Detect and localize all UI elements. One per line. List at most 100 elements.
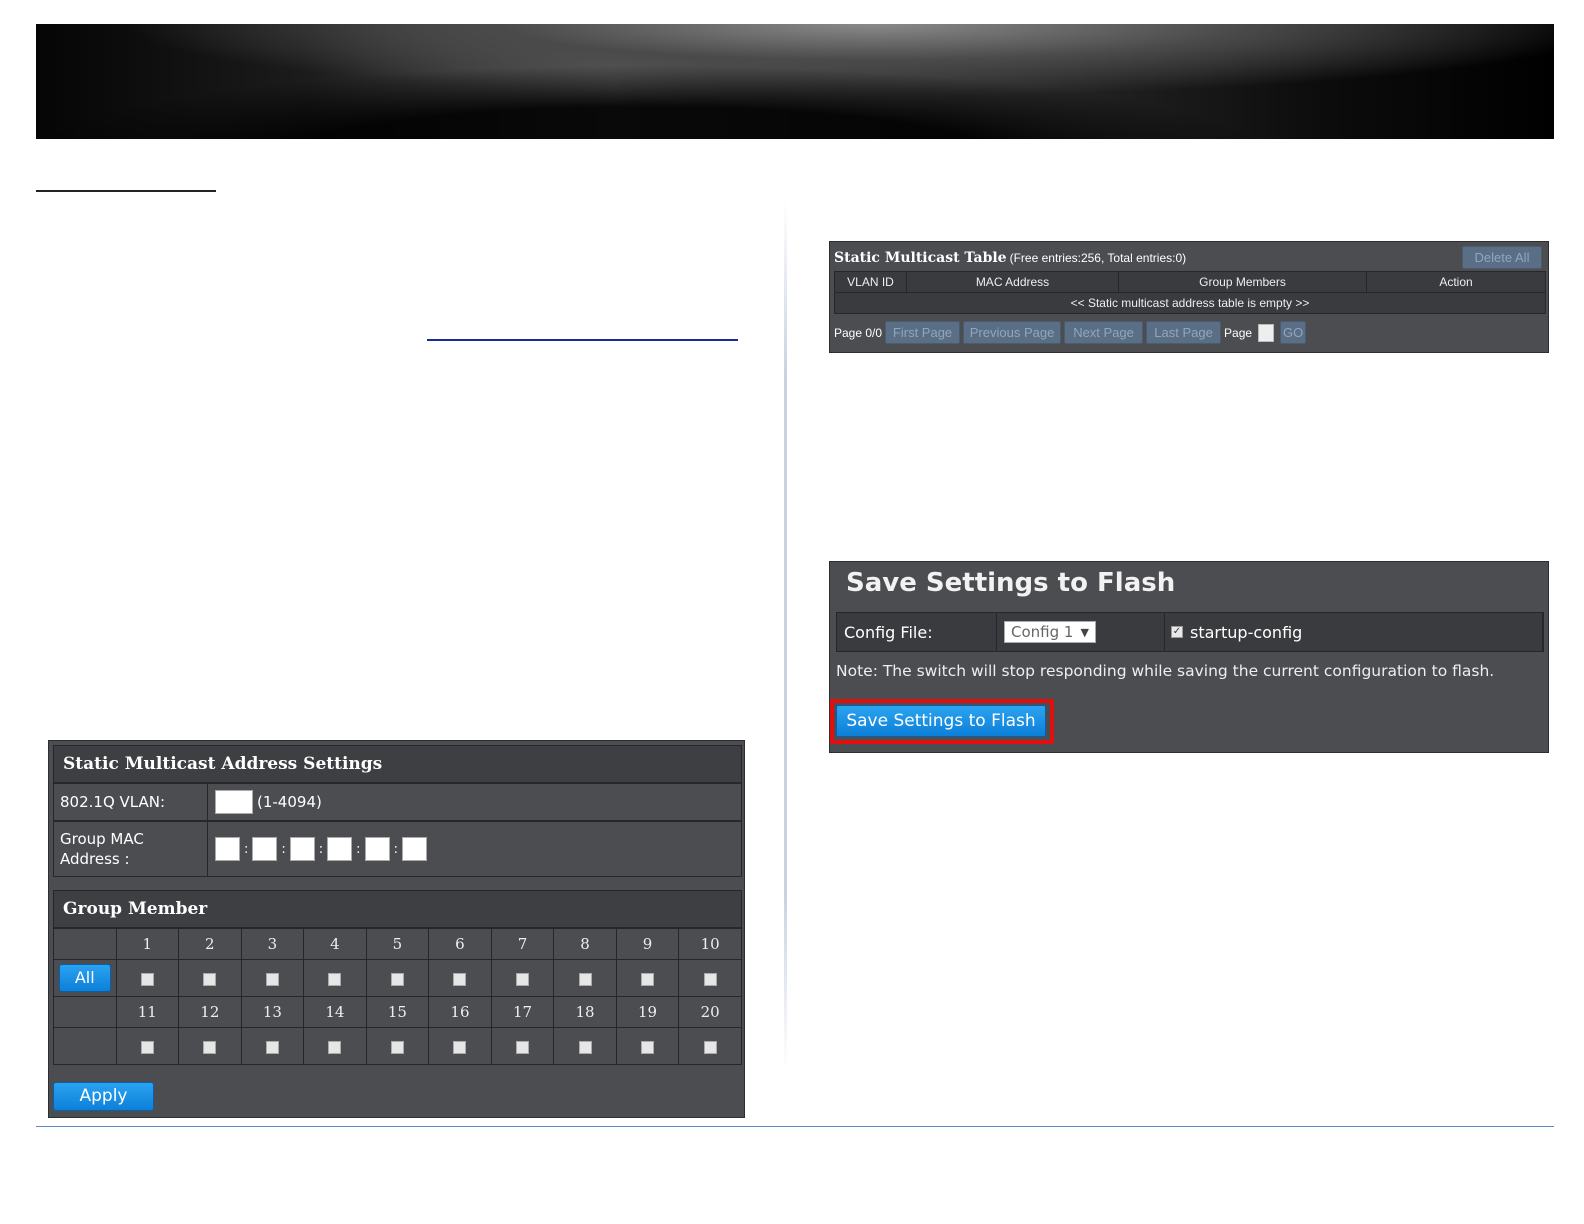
config-file-select[interactable]: Config 1 ▼ [1004, 621, 1096, 643]
port-number: 4 [303, 928, 367, 960]
port-number: 16 [428, 996, 492, 1028]
header-banner [36, 24, 1554, 139]
apply-button[interactable]: Apply [53, 1082, 154, 1111]
port-number: 14 [303, 996, 367, 1028]
port-2-checkbox[interactable] [203, 972, 217, 986]
port-7-checkbox[interactable] [515, 972, 529, 986]
static-multicast-address-settings-panel: Static Multicast Address Settings 802.1Q… [48, 740, 745, 1118]
go-button[interactable]: GO [1280, 321, 1307, 344]
port-number: 2 [178, 928, 242, 960]
previous-page-button[interactable]: Previous Page [963, 321, 1062, 344]
port-cell [115, 959, 180, 997]
port-4-checkbox[interactable] [328, 972, 342, 986]
port-20-checkbox[interactable] [703, 1040, 717, 1054]
port-11-checkbox[interactable] [140, 1040, 154, 1054]
table-title-row: Static Multicast Table (Free entries:256… [834, 246, 1544, 270]
port-number: 12 [178, 996, 242, 1028]
port-cell [178, 1027, 242, 1065]
startup-config-cell: ✓ startup-config [1165, 613, 1543, 651]
address-settings-title: Static Multicast Address Settings [53, 745, 742, 783]
port-cell [428, 959, 492, 997]
port-number-row: 1 2 3 4 5 6 7 8 9 10 [53, 928, 742, 960]
port-number: 9 [615, 928, 680, 960]
section-heading-underline [36, 190, 216, 192]
port-10-checkbox[interactable] [703, 972, 717, 986]
port-number: 13 [240, 996, 305, 1028]
mac-octet-4-input[interactable] [327, 837, 353, 861]
startup-config-label: startup-config [1190, 622, 1303, 642]
port-12-checkbox[interactable] [203, 1040, 217, 1054]
port-number: 15 [365, 996, 430, 1028]
static-multicast-table-panel: Static Multicast Table (Free entries:256… [829, 241, 1549, 353]
hyperlink-underline[interactable] [427, 339, 738, 341]
static-multicast-table: VLAN ID MAC Address Group Members Action… [834, 271, 1546, 314]
port-cell [240, 1027, 305, 1065]
empty-table-message: << Static multicast address table is emp… [834, 292, 1546, 314]
port-9-checkbox[interactable] [641, 972, 655, 986]
config-file-select-cell: Config 1 ▼ [997, 613, 1165, 651]
port-17-checkbox[interactable] [515, 1040, 529, 1054]
empty-cell [53, 1027, 117, 1065]
port-number-row: 11 12 13 14 15 16 17 18 19 20 [53, 996, 742, 1028]
port-13-checkbox[interactable] [265, 1040, 279, 1054]
mac-value-cell: : : : : : [208, 822, 741, 876]
mac-label: Group MAC Address : [54, 822, 208, 876]
vlan-range: (1-4094) [257, 793, 322, 811]
port-number: 11 [115, 996, 180, 1028]
vlan-row: 802.1Q VLAN: (1-4094) [53, 783, 742, 821]
mac-octet-3-input[interactable] [289, 837, 315, 861]
port-cell [678, 959, 742, 997]
mac-octet-2-input[interactable] [252, 837, 278, 861]
port-6-checkbox[interactable] [453, 972, 467, 986]
port-cell [240, 959, 305, 997]
port-cell [553, 1027, 617, 1065]
first-page-button[interactable]: First Page [885, 321, 961, 344]
port-cell [365, 959, 430, 997]
port-18-checkbox[interactable] [578, 1040, 592, 1054]
next-page-button[interactable]: Next Page [1064, 321, 1144, 344]
port-19-checkbox[interactable] [641, 1040, 655, 1054]
port-number: 19 [615, 996, 680, 1028]
delete-all-button[interactable]: Delete All [1462, 246, 1542, 269]
port-14-checkbox[interactable] [328, 1040, 342, 1054]
mac-separator: : [281, 841, 286, 857]
startup-config-checkbox[interactable]: ✓ [1171, 626, 1183, 638]
save-settings-button[interactable]: Save Settings to Flash [836, 705, 1046, 737]
port-checkbox-row [53, 1027, 742, 1065]
port-number: 6 [428, 928, 492, 960]
port-number: 10 [678, 928, 742, 960]
port-16-checkbox[interactable] [453, 1040, 467, 1054]
table-title: Static Multicast Table [834, 250, 1007, 266]
port-15-checkbox[interactable] [390, 1040, 404, 1054]
port-cell [553, 959, 617, 997]
select-all-button[interactable]: All [58, 964, 111, 992]
vlan-input[interactable] [215, 790, 253, 814]
vlan-label: 802.1Q VLAN: [54, 784, 208, 820]
port-3-checkbox[interactable] [265, 972, 279, 986]
port-8-checkbox[interactable] [578, 972, 592, 986]
dropdown-arrow-icon: ▼ [1080, 625, 1089, 639]
empty-cell [53, 928, 117, 960]
page-info: Page 0/0 [834, 325, 883, 340]
mac-octet-6-input[interactable] [401, 837, 427, 861]
port-5-checkbox[interactable] [390, 972, 404, 986]
port-number: 20 [678, 996, 742, 1028]
save-settings-title: Save Settings to Flash [846, 568, 1176, 598]
port-1-checkbox[interactable] [140, 972, 154, 986]
mac-octet-5-input[interactable] [364, 837, 390, 861]
mac-separator: : [318, 841, 324, 857]
port-number: 17 [490, 996, 555, 1028]
mac-separator: : [393, 841, 398, 857]
save-settings-panel: Save Settings to Flash Config File: Conf… [829, 561, 1549, 753]
column-divider [784, 200, 787, 1070]
mac-row: Group MAC Address : : : : : : [53, 821, 742, 877]
port-cell [303, 1027, 367, 1065]
last-page-button[interactable]: Last Page [1146, 321, 1222, 344]
port-cell [178, 959, 242, 997]
port-number: 7 [490, 928, 555, 960]
page-number-input[interactable] [1258, 323, 1275, 342]
mac-octet-1-input[interactable] [215, 837, 240, 861]
port-checkbox-row: All [53, 959, 742, 997]
group-member-title: Group Member [53, 890, 742, 928]
column-header-action: Action [1366, 271, 1546, 293]
